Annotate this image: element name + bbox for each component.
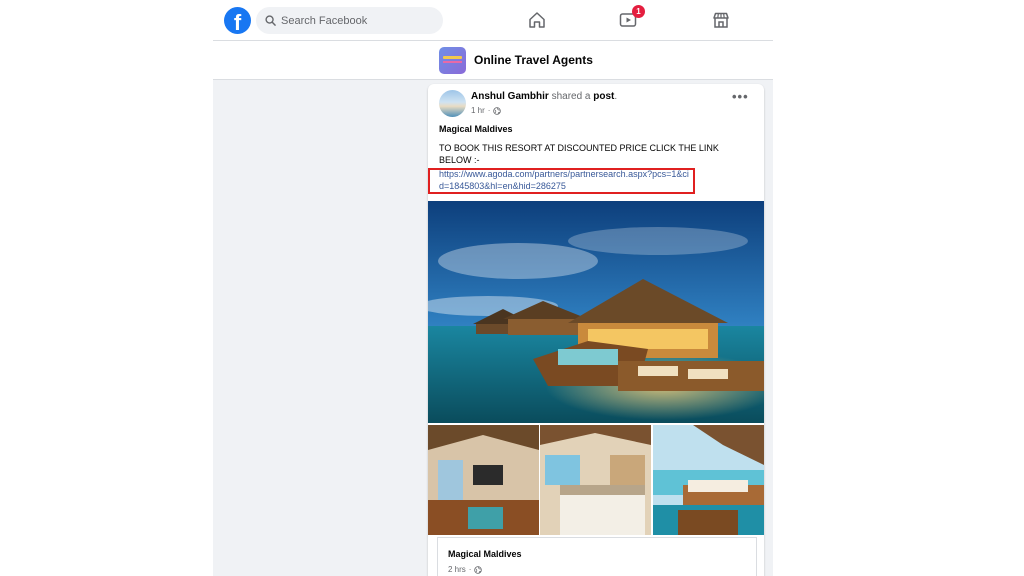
top-navigation-bar: f 1 [213, 0, 773, 41]
group-header: Online Travel Agents [213, 41, 773, 80]
post-time: 1 hr [471, 106, 485, 115]
group-avatar-stripe [443, 56, 462, 59]
shared-post-time: 2 hrs [448, 565, 466, 574]
watch-notification-badge: 1 [632, 5, 645, 18]
group-avatar-stripe [443, 61, 462, 63]
author-avatar[interactable] [439, 90, 466, 117]
shared-post-title: Magical Maldives [448, 549, 522, 559]
search-input[interactable] [281, 14, 431, 27]
link-highlight-box [428, 168, 695, 194]
home-icon[interactable] [527, 10, 547, 30]
post-title: Magical Maldives [439, 124, 513, 134]
search-box[interactable] [256, 7, 443, 34]
shared-post-timestamp[interactable]: 2 hrs · [448, 565, 483, 574]
group-name[interactable]: Online Travel Agents [474, 53, 593, 67]
post-header: Anshul Gambhir shared a post. [471, 91, 617, 102]
group-avatar[interactable] [439, 47, 466, 74]
period: . [614, 91, 618, 102]
thumbnail-image [428, 425, 539, 535]
resort-thumbnail[interactable] [653, 425, 764, 535]
resort-photo-main[interactable] [428, 201, 764, 423]
post-card: Anshul Gambhir shared a post. 1 hr · •••… [428, 84, 764, 576]
post-timestamp[interactable]: 1 hr · [471, 106, 502, 115]
shared-post-preview[interactable]: Magical Maldives 2 hrs · [437, 537, 757, 576]
thumbnail-image [653, 425, 764, 535]
globe-icon [474, 565, 483, 574]
dot-separator: · [468, 565, 472, 574]
resort-photo-image [428, 201, 764, 423]
thumbnail-image [540, 425, 651, 535]
post-text: TO BOOK THIS RESORT AT DISCOUNTED PRICE … [439, 143, 719, 165]
resort-thumbnails [428, 425, 764, 535]
author-name[interactable]: Anshul Gambhir [471, 91, 549, 102]
more-options-icon[interactable]: ••• [732, 90, 749, 103]
marketplace-icon[interactable] [711, 10, 731, 30]
search-icon [265, 15, 276, 26]
shared-post-link[interactable]: post [593, 91, 614, 102]
facebook-app: f 1 Online Trave [213, 0, 773, 576]
resort-thumbnail[interactable] [540, 425, 651, 535]
facebook-logo[interactable]: f [224, 7, 251, 34]
share-action-text: shared a [551, 91, 591, 102]
globe-icon [493, 106, 502, 115]
dot-separator: · [487, 106, 491, 115]
resort-thumbnail[interactable] [428, 425, 539, 535]
